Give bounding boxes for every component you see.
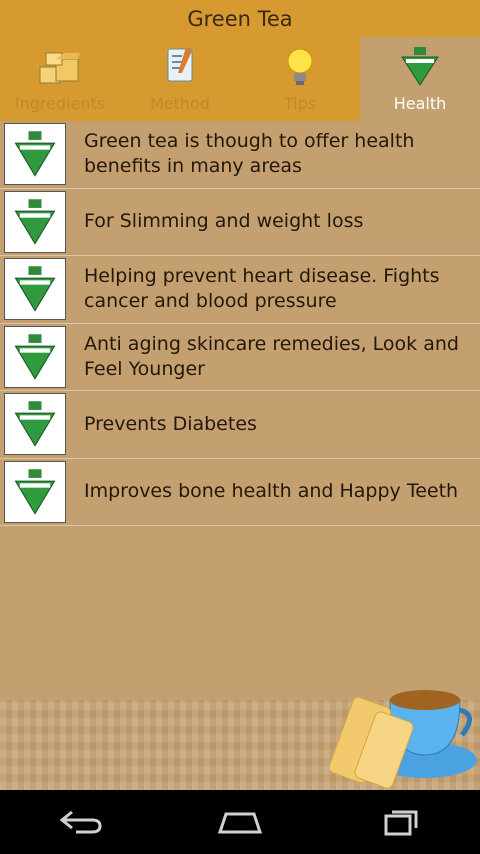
tab-label-health: Health xyxy=(393,94,447,113)
app-title-bar: Green Tea xyxy=(0,0,480,37)
tab-bar: Ingredients Method Tips Health xyxy=(0,37,480,121)
list-item-text: For Slimming and weight loss xyxy=(84,210,364,233)
back-button[interactable] xyxy=(45,802,115,842)
tea-bag-icon xyxy=(14,266,56,312)
list-item-text: Prevents Diabetes xyxy=(84,412,257,435)
tab-ingredients[interactable]: Ingredients xyxy=(0,37,120,121)
list-item-text: Improves bone health and Happy Teeth xyxy=(84,480,459,503)
tea-bag-icon xyxy=(14,401,56,447)
health-list: Green tea is though to offer health bene… xyxy=(0,121,480,526)
back-icon xyxy=(59,810,102,834)
ingredients-icon xyxy=(39,52,80,84)
recent-apps-icon xyxy=(384,810,418,836)
tab-method[interactable]: Method xyxy=(120,37,240,121)
lightbulb-icon xyxy=(287,48,313,85)
tea-bag-thumbnail xyxy=(4,190,66,253)
tea-bag-icon xyxy=(401,47,439,86)
list-item-text: Green tea is though to offer health bene… xyxy=(84,130,415,178)
list-item[interactable]: For Slimming and weight loss xyxy=(0,189,480,256)
tea-bag-thumbnail xyxy=(4,325,66,388)
tab-label-tips: Tips xyxy=(283,94,317,113)
tab-health[interactable]: Health xyxy=(360,37,480,121)
tab-label-ingredients: Ingredients xyxy=(14,94,106,113)
method-icon xyxy=(167,47,193,82)
list-item[interactable]: Prevents Diabetes xyxy=(0,391,480,459)
list-item[interactable]: Helping prevent heart disease. Fights ca… xyxy=(0,256,480,324)
tab-tips[interactable]: Tips xyxy=(240,37,360,121)
tea-bag-thumbnail xyxy=(4,393,66,456)
list-item-text: Helping prevent heart disease. Fights ca… xyxy=(84,265,440,313)
tea-bag-thumbnail xyxy=(4,123,66,186)
teacup-illustration xyxy=(330,690,477,789)
list-item[interactable]: Anti aging skincare remedies, Look and F… xyxy=(0,324,480,391)
tea-bag-icon xyxy=(14,469,56,515)
recent-apps-button[interactable] xyxy=(365,802,435,842)
system-nav-bar xyxy=(0,790,480,854)
app-title: Green Tea xyxy=(187,6,293,31)
tab-label-method: Method xyxy=(149,94,210,113)
list-item[interactable]: Improves bone health and Happy Teeth xyxy=(0,459,480,526)
tea-bag-icon xyxy=(14,334,56,380)
tea-bag-thumbnail xyxy=(4,460,66,523)
tea-bag-thumbnail xyxy=(4,258,66,321)
tea-bag-icon xyxy=(14,199,56,245)
home-button[interactable] xyxy=(205,802,275,842)
home-icon xyxy=(217,812,263,834)
list-item[interactable]: Green tea is though to offer health bene… xyxy=(0,121,480,189)
tea-bag-icon xyxy=(14,131,56,177)
list-item-text: Anti aging skincare remedies, Look and F… xyxy=(84,332,459,380)
